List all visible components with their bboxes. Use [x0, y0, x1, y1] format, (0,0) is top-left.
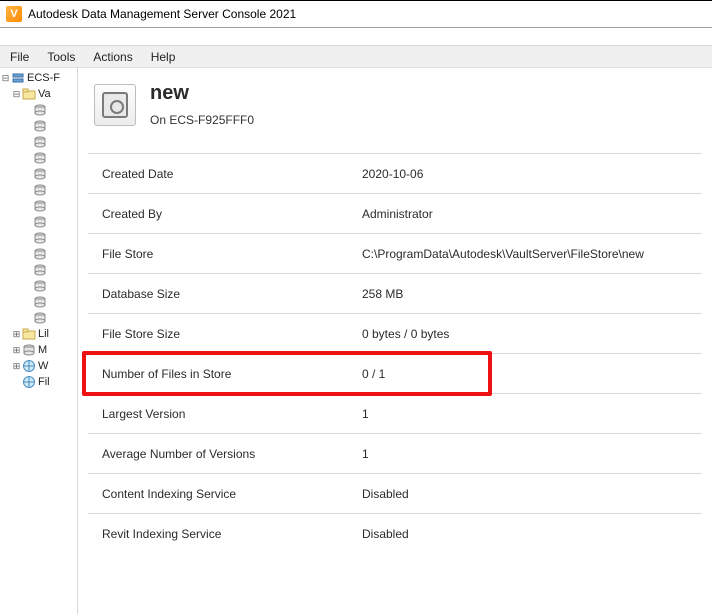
expander-icon[interactable]: ⊞: [11, 345, 22, 356]
tree-node-libraries[interactable]: ⊞ Lil: [0, 326, 77, 342]
property-value: Disabled: [362, 487, 696, 501]
window-title: Autodesk Data Management Server Console …: [28, 7, 296, 21]
tree-label: ECS-F: [27, 72, 60, 84]
database-icon: [33, 151, 47, 165]
tree-node-db[interactable]: [0, 262, 77, 278]
tree-node-w[interactable]: ⊞ W: [0, 358, 77, 374]
property-value: 2020-10-06: [362, 167, 696, 181]
tree-panel: ⊟ ECS-F ⊟ Va ⊞ Lil: [0, 68, 78, 614]
tree-label: Fil: [38, 376, 50, 388]
property-label: Average Number of Versions: [102, 447, 362, 461]
tree-node-db[interactable]: [0, 310, 77, 326]
tree-node-db[interactable]: [0, 150, 77, 166]
property-row: Created ByAdministrator: [88, 193, 702, 233]
tree-node-db[interactable]: [0, 166, 77, 182]
property-row: Created Date2020-10-06: [88, 153, 702, 193]
expander-icon[interactable]: ⊞: [11, 329, 22, 340]
property-label: Created By: [102, 207, 362, 221]
expander-icon[interactable]: ⊞: [11, 361, 22, 372]
tree-label: W: [38, 360, 48, 372]
tree-node-db[interactable]: [0, 182, 77, 198]
database-icon: [33, 103, 47, 117]
titlebar: V Autodesk Data Management Server Consol…: [0, 0, 712, 28]
database-icon: [33, 279, 47, 293]
database-icon: [33, 295, 47, 309]
property-value: C:\ProgramData\Autodesk\VaultServer\File…: [362, 247, 696, 261]
tree-node-db[interactable]: [0, 118, 77, 134]
database-icon: [33, 135, 47, 149]
property-row: Content Indexing ServiceDisabled: [88, 473, 702, 513]
property-label: File Store Size: [102, 327, 362, 341]
property-value: 1: [362, 407, 696, 421]
expander-icon[interactable]: ⊟: [0, 73, 11, 84]
content-area: ⊟ ECS-F ⊟ Va ⊞ Lil: [0, 68, 712, 614]
tree-node-db[interactable]: [0, 198, 77, 214]
tree-node-db[interactable]: [0, 134, 77, 150]
server-icon: [11, 71, 25, 85]
detail-header: new On ECS-F925FFF0: [88, 76, 702, 153]
property-row: Revit Indexing ServiceDisabled: [88, 513, 702, 553]
tree-node-m[interactable]: ⊞ M: [0, 342, 77, 358]
tree-node-db[interactable]: [0, 294, 77, 310]
property-label: Number of Files in Store: [102, 367, 362, 381]
titlebar-separator: [0, 28, 712, 46]
property-row: Largest Version1: [88, 393, 702, 433]
database-icon: [33, 167, 47, 181]
property-row: Number of Files in Store0 / 1: [88, 353, 702, 393]
properties-list: Created Date2020-10-06Created ByAdminist…: [88, 153, 702, 553]
tree-node-server[interactable]: ⊟ ECS-F: [0, 70, 77, 86]
property-value: 258 MB: [362, 287, 696, 301]
menu-file[interactable]: File: [2, 48, 37, 66]
property-value: Disabled: [362, 527, 696, 541]
database-icon: [33, 311, 47, 325]
property-row: Database Size258 MB: [88, 273, 702, 313]
property-value: 0 / 1: [362, 367, 696, 381]
expander-icon[interactable]: ⊟: [11, 89, 22, 100]
tree-node-fil[interactable]: Fil: [0, 374, 77, 390]
tree-node-db[interactable]: [0, 230, 77, 246]
database-icon: [33, 263, 47, 277]
property-label: Largest Version: [102, 407, 362, 421]
vault-icon: [94, 84, 136, 126]
tree-node-db[interactable]: [0, 214, 77, 230]
menu-actions[interactable]: Actions: [85, 48, 140, 66]
database-icon: [33, 183, 47, 197]
database-icon: [33, 119, 47, 133]
database-icon: [22, 343, 36, 357]
database-icon: [33, 215, 47, 229]
tree-node-db[interactable]: [0, 102, 77, 118]
property-value: Administrator: [362, 207, 696, 221]
property-row: File StoreC:\ProgramData\Autodesk\VaultS…: [88, 233, 702, 273]
tree-node-db[interactable]: [0, 278, 77, 294]
menubar: File Tools Actions Help: [0, 46, 712, 68]
property-label: Database Size: [102, 287, 362, 301]
folder-icon: [22, 327, 36, 341]
vault-title: new: [150, 82, 254, 105]
property-label: Content Indexing Service: [102, 487, 362, 501]
tree-label: Va: [38, 88, 51, 100]
menu-help[interactable]: Help: [143, 48, 184, 66]
globe-icon: [22, 375, 36, 389]
tree-node-vaults[interactable]: ⊟ Va: [0, 86, 77, 102]
globe-icon: [22, 359, 36, 373]
tree-label: Lil: [38, 328, 49, 340]
property-label: Created Date: [102, 167, 362, 181]
database-icon: [33, 199, 47, 213]
database-icon: [33, 247, 47, 261]
property-value: 1: [362, 447, 696, 461]
app-icon: V: [6, 6, 22, 22]
property-label: File Store: [102, 247, 362, 261]
property-row: File Store Size0 bytes / 0 bytes: [88, 313, 702, 353]
folder-icon: [22, 87, 36, 101]
property-label: Revit Indexing Service: [102, 527, 362, 541]
vault-subtitle: On ECS-F925FFF0: [150, 113, 254, 127]
main-panel: new On ECS-F925FFF0 Created Date2020-10-…: [78, 68, 712, 614]
tree-node-db[interactable]: [0, 246, 77, 262]
property-row: Average Number of Versions1: [88, 433, 702, 473]
database-icon: [33, 231, 47, 245]
menu-tools[interactable]: Tools: [39, 48, 83, 66]
property-value: 0 bytes / 0 bytes: [362, 327, 696, 341]
tree-label: M: [38, 344, 47, 356]
